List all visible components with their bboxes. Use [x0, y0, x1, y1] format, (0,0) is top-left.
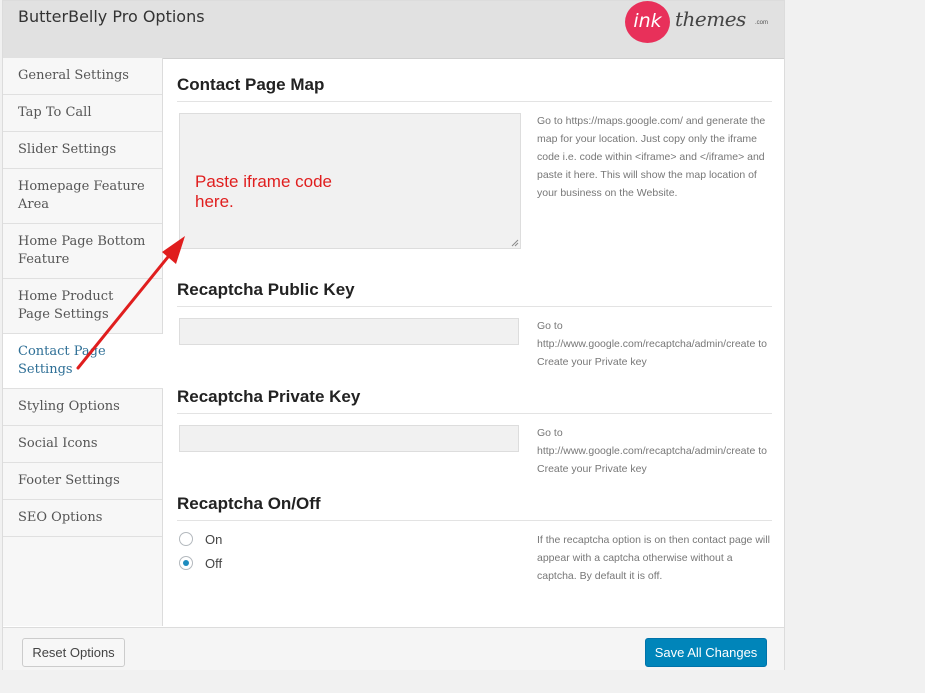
sidebar-item-slider-settings[interactable]: Slider Settings — [3, 132, 162, 169]
recaptcha-private-key-description: Go to http://www.google.com/recaptcha/ad… — [537, 427, 767, 475]
save-all-changes-button[interactable]: Save All Changes — [645, 638, 767, 667]
radio-on[interactable] — [179, 532, 193, 546]
sidebar-item-tap-to-call[interactable]: Tap To Call — [3, 95, 162, 132]
recaptcha-onoff-title: Recaptcha On/Off — [177, 494, 321, 513]
sidebar-item-footer-settings[interactable]: Footer Settings — [3, 463, 162, 500]
recaptcha-public-key-input[interactable] — [179, 318, 519, 345]
options-panel: ButterBelly Pro Options ink themes .com … — [2, 0, 785, 670]
sidebar-item-home-page-bottom-feature[interactable]: Home Page Bottom Feature — [3, 224, 162, 279]
sidebar-item-seo-options[interactable]: SEO Options — [3, 500, 162, 537]
app-title: ButterBelly Pro Options — [18, 7, 205, 26]
logo-word: themes — [675, 7, 746, 31]
logo-suffix: .com — [755, 20, 769, 26]
section-divider — [177, 413, 772, 414]
recaptcha-public-key-title: Recaptcha Public Key — [177, 280, 355, 299]
radio-on-label: On — [205, 531, 223, 547]
section-divider — [177, 520, 772, 521]
sidebar-item-contact-page-settings[interactable]: Contact Page Settings — [3, 334, 163, 389]
sidebar-item-home-product-page-settings[interactable]: Home Product Page Settings — [3, 279, 162, 334]
options-footer: Reset Options Save All Changes — [3, 627, 784, 670]
section-divider — [177, 101, 772, 102]
radio-off[interactable] — [179, 556, 193, 570]
inkthemes-logo: ink themes .com — [623, 1, 773, 45]
sidebar-item-general-settings[interactable]: General Settings — [3, 58, 162, 95]
contact-map-description: Go to https://maps.google.com/ and gener… — [537, 115, 766, 199]
annotation-text: Paste iframe code here. — [195, 172, 333, 211]
recaptcha-private-key-input[interactable] — [179, 425, 519, 452]
recaptcha-onoff-description: If the recaptcha option is on then conta… — [537, 534, 770, 582]
logo-mark: ink — [625, 1, 670, 43]
settings-sidebar: General Settings Tap To Call Slider Sett… — [3, 58, 163, 626]
recaptcha-on-option[interactable]: On — [179, 529, 222, 549]
recaptcha-private-key-title: Recaptcha Private Key — [177, 387, 361, 406]
sidebar-item-styling-options[interactable]: Styling Options — [3, 389, 162, 426]
contact-map-title: Contact Page Map — [177, 75, 325, 94]
resize-handle-icon[interactable] — [511, 239, 519, 247]
reset-options-button[interactable]: Reset Options — [22, 638, 125, 667]
options-header: ButterBelly Pro Options ink themes .com — [3, 1, 784, 59]
recaptcha-public-key-description: Go to http://www.google.com/recaptcha/ad… — [537, 320, 767, 368]
section-divider — [177, 306, 772, 307]
sidebar-item-homepage-feature-area[interactable]: Homepage Feature Area — [3, 169, 162, 224]
radio-off-label: Off — [205, 555, 223, 571]
sidebar-item-social-icons[interactable]: Social Icons — [3, 426, 162, 463]
recaptcha-off-option[interactable]: Off — [179, 553, 222, 573]
